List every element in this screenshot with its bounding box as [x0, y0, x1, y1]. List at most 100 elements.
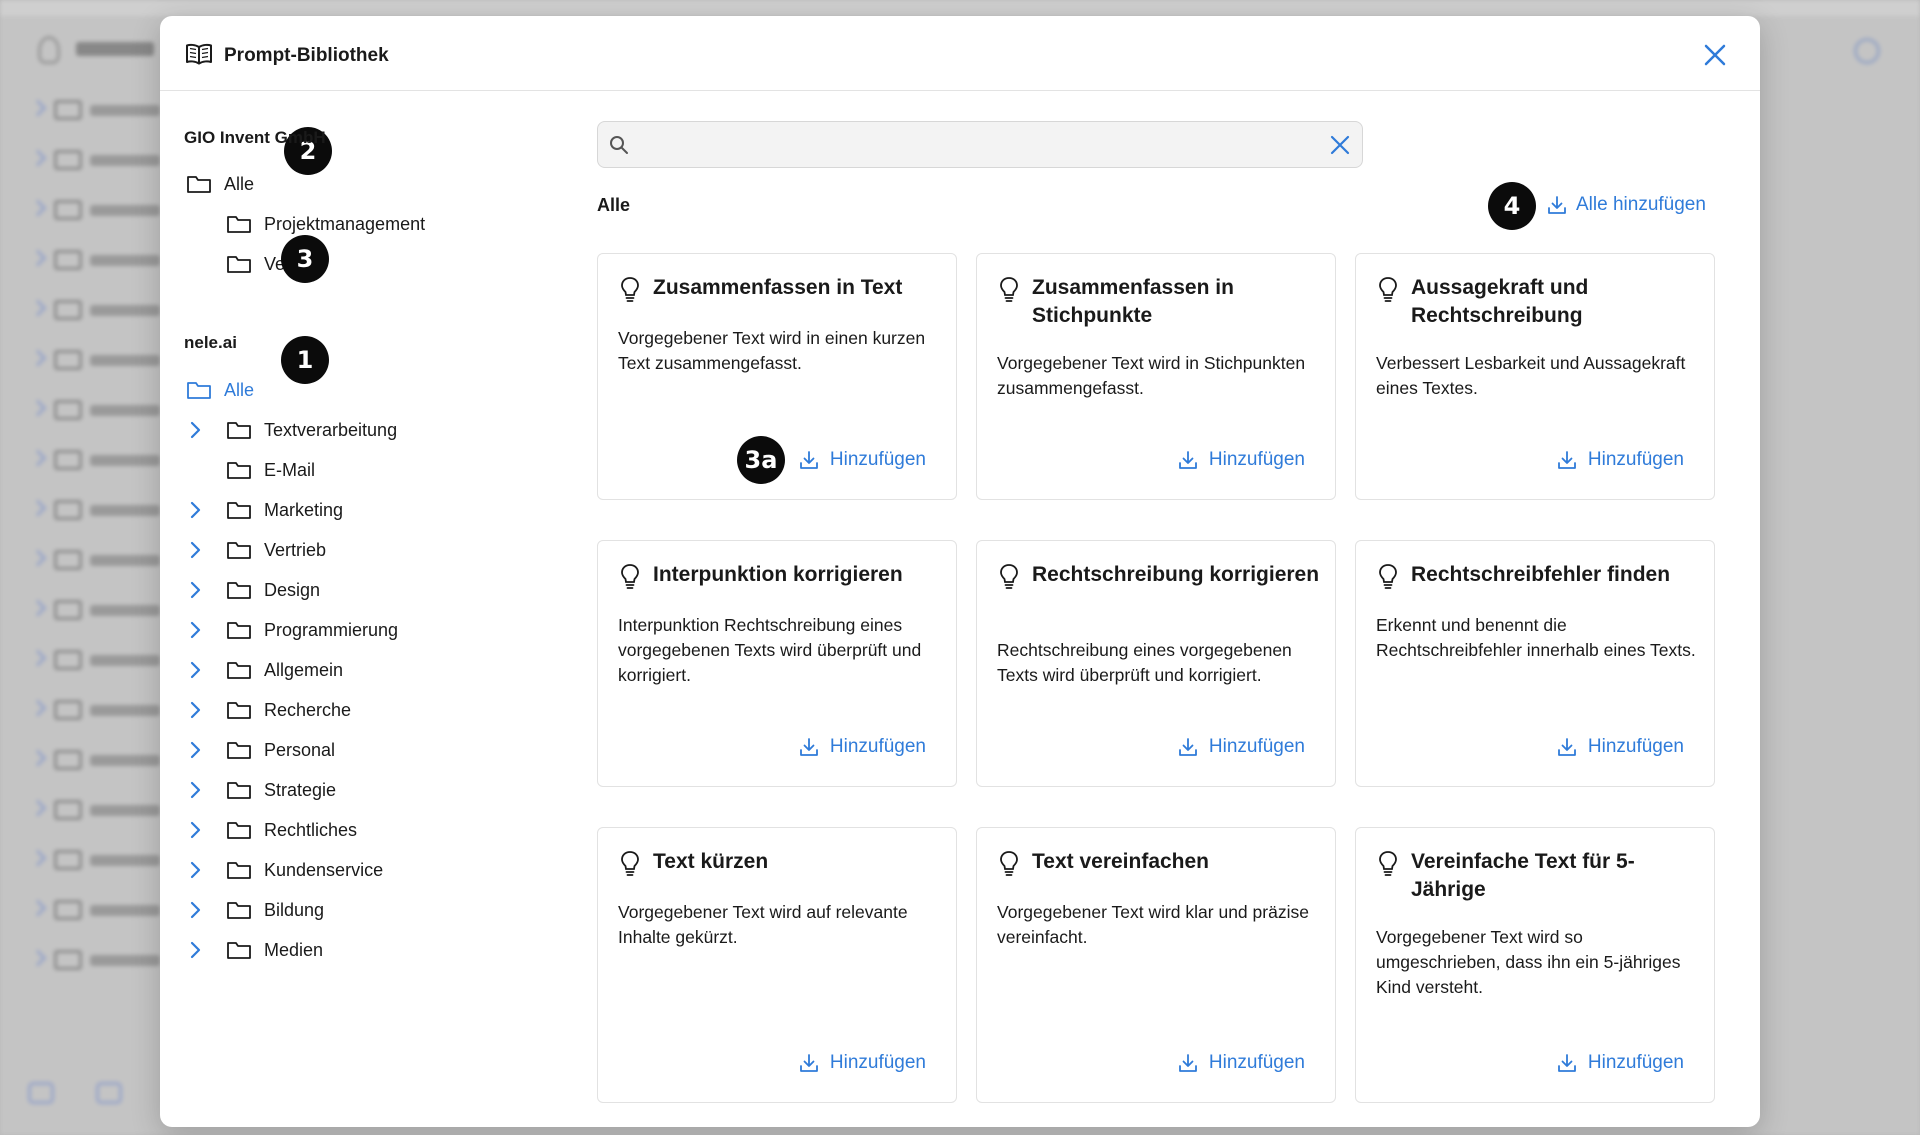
background-row: [28, 249, 168, 272]
background-row: [28, 699, 168, 722]
add-prompt-label: Hinzufügen: [1208, 736, 1305, 757]
add-prompt-button[interactable]: Hinzufügen: [1556, 736, 1684, 758]
lightbulb-icon: [621, 851, 639, 876]
sidebar-item-label: Design: [264, 579, 321, 600]
chevron-right-icon[interactable]: [186, 660, 204, 680]
sidebar-item-label: Textverarbeitung: [264, 419, 398, 440]
chevron-right-icon[interactable]: [186, 780, 204, 800]
add-prompt-button[interactable]: Hinzufügen: [1556, 1052, 1684, 1074]
add-prompt-button[interactable]: Hinzufügen: [1177, 449, 1305, 471]
add-prompt-button[interactable]: Hinzufügen: [1177, 1052, 1305, 1074]
clear-icon[interactable]: [1328, 133, 1352, 157]
chevron-right-icon[interactable]: [186, 940, 204, 960]
sidebar-item-strategie[interactable]: Strategie: [190, 776, 336, 804]
sidebar-item-marketing[interactable]: Marketing: [190, 496, 344, 524]
sidebar-item-kundenservice[interactable]: Kundenservice: [190, 856, 384, 884]
background-row: [28, 399, 168, 422]
chevron-right-icon[interactable]: [186, 500, 204, 520]
add-prompt-button[interactable]: Hinzufügen: [798, 449, 926, 471]
folder-icon: [227, 622, 251, 639]
prompt-card-title: Zusammenfassen in Stichpunkte: [1032, 276, 1234, 327]
folder-icon: [227, 942, 251, 959]
add-prompt-button[interactable]: Hinzufügen: [1556, 449, 1684, 471]
annotation-badge-4: 4: [1488, 182, 1536, 230]
folder-icon: [227, 742, 251, 759]
folder-icon: [227, 702, 251, 719]
search-input[interactable]: [597, 121, 1363, 168]
sidebar-item-label: Marketing: [264, 499, 344, 520]
background-row: [28, 849, 168, 872]
sidebar-item-label: Rechtliches: [264, 819, 358, 840]
background-row: [28, 449, 168, 472]
sidebar-item-bildung[interactable]: Bildung: [190, 896, 324, 924]
download-icon: [799, 1054, 818, 1072]
folder-icon: [227, 782, 251, 799]
background-row: [28, 149, 168, 172]
chevron-right-icon[interactable]: [186, 420, 204, 440]
sidebar-item-alle[interactable]: Alle: [186, 170, 254, 198]
chevron-right-icon[interactable]: [186, 620, 204, 640]
prompt-card: Text vereinfachen Vorgegebener Text wird …: [976, 827, 1336, 1103]
sidebar-item-label: Recherche: [264, 699, 352, 720]
background-row: [28, 649, 168, 672]
sidebar-item-e-mail[interactable]: E-Mail: [226, 456, 315, 484]
sidebar-item-label: Kundenservice: [264, 859, 384, 880]
chevron-right-icon[interactable]: [186, 900, 204, 920]
prompt-card-title: Text kürzen: [653, 850, 769, 873]
sidebar-item-design[interactable]: Design: [190, 576, 321, 604]
search-field[interactable]: [642, 130, 1302, 160]
sidebar-item-recherche[interactable]: Recherche: [190, 696, 352, 724]
background-row: [28, 499, 168, 522]
sidebar-item-alle[interactable]: Alle: [186, 376, 254, 404]
sidebar-item-allgemein[interactable]: Allgemein: [190, 656, 343, 684]
sidebar-item-vertrieb[interactable]: Vertrieb: [190, 536, 326, 564]
sidebar-item-personal[interactable]: Personal: [190, 736, 335, 764]
sidebar-item-programmierung[interactable]: Programmierung: [190, 616, 398, 644]
chevron-right-icon[interactable]: [186, 540, 204, 560]
add-prompt-button[interactable]: Hinzufügen: [1177, 736, 1305, 758]
lightbulb-icon: [1000, 851, 1018, 876]
background-footer-icon: [28, 1082, 54, 1104]
add-prompt-label: Hinzufügen: [1208, 449, 1305, 470]
prompt-card: Zusammenfassen in Stichpunkte Vorgegebene…: [976, 253, 1336, 500]
background-row: [28, 799, 168, 822]
download-icon: [1548, 196, 1566, 214]
chevron-right-icon[interactable]: [186, 580, 204, 600]
sidebar-group-title: GIO Invent GmbH: [184, 128, 326, 147]
add-prompt-button[interactable]: Hinzufügen: [798, 1052, 926, 1074]
download-icon: [1557, 1054, 1576, 1072]
close-icon[interactable]: [1700, 40, 1730, 70]
sidebar-item-label: Alle: [224, 173, 255, 194]
download-icon: [1178, 1054, 1197, 1072]
prompt-card-description: Rechtschreibung eines vorgegebenen Texts…: [997, 640, 1292, 685]
add-all-button[interactable]: Alle hinzufügen: [1546, 194, 1706, 216]
section-label: Alle: [597, 195, 631, 215]
lightbulb-icon: [1379, 851, 1397, 876]
background-title: [76, 42, 154, 56]
sidebar-item-medien[interactable]: Medien: [190, 936, 323, 964]
chevron-right-icon[interactable]: [186, 740, 204, 760]
background-row: [28, 99, 168, 122]
search-icon: [610, 136, 628, 154]
folder-icon: [227, 542, 251, 559]
annotation-badge-3: 3: [281, 235, 329, 283]
chevron-right-icon[interactable]: [186, 860, 204, 880]
add-prompt-label: Hinzufügen: [1208, 1052, 1305, 1073]
sidebar-item-textverarbeitung[interactable]: Textverarbeitung: [190, 416, 398, 444]
lightbulb-icon: [1000, 277, 1018, 302]
sidebar-item-projektmanagement[interactable]: Projektmanagement: [226, 210, 425, 238]
add-prompt-button[interactable]: Hinzufügen: [798, 736, 926, 758]
download-icon: [799, 451, 818, 469]
background-logo-icon: [38, 36, 60, 64]
chevron-right-icon[interactable]: [186, 700, 204, 720]
prompt-card: Interpunktion korrigieren Interpunktion R…: [597, 540, 957, 787]
lightbulb-icon: [621, 564, 639, 589]
sidebar-item-rechtliches[interactable]: Rechtliches: [190, 816, 358, 844]
chevron-right-icon[interactable]: [186, 820, 204, 840]
lightbulb-icon: [1379, 564, 1397, 589]
annotation-badge-3a: 3a: [737, 436, 785, 484]
prompt-card-title: Vereinfache Text für 5-Jährige: [1411, 850, 1635, 901]
add-prompt-label: Hinzufügen: [1587, 1052, 1684, 1073]
modal-title: Prompt-Bibliothek: [224, 45, 389, 66]
folder-icon: [187, 176, 211, 193]
